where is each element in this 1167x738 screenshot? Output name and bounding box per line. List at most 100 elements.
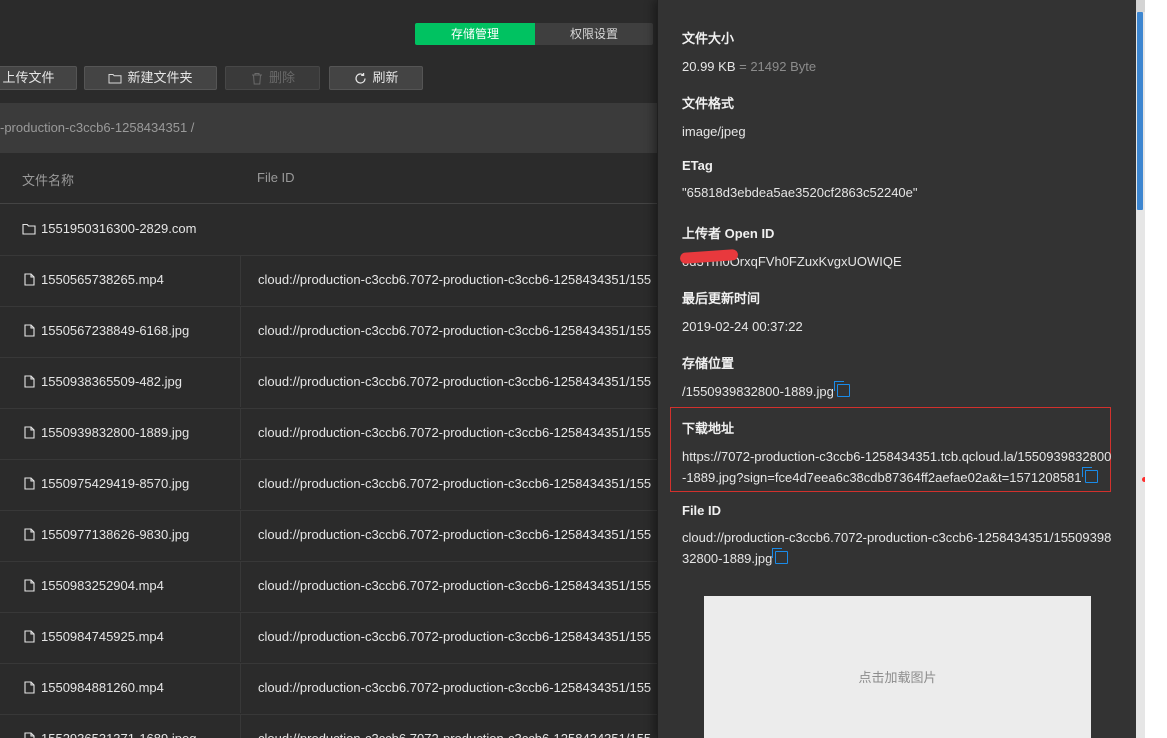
table-row[interactable]: 1552936531371-1689.jpeg cloud://productio… [0, 714, 657, 738]
name-cell: 1550939832800-1889.jpg [0, 408, 241, 458]
file-icon [22, 579, 36, 593]
file-name-cell[interactable]: 1550984745925.mp4 [22, 629, 164, 644]
column-header-fileid: File ID [257, 170, 295, 185]
file-name: 1550565738265.mp4 [41, 272, 164, 287]
download-url-value[interactable]: https://7072-production-c3ccb6-125843435… [682, 449, 1111, 485]
file-name-cell[interactable]: 1550977138626-9830.jpg [22, 527, 189, 542]
file-name-cell[interactable]: 1550984881260.mp4 [22, 680, 164, 695]
file-id-cell: cloud://production-c3ccb6.7072-productio… [258, 476, 652, 491]
image-preview-area[interactable]: 点击加载图片 [704, 596, 1091, 738]
name-cell: 1550565738265.mp4 [0, 255, 241, 305]
trash-icon [250, 71, 264, 85]
storage-location-row: /1550939832800-1889.jpg [682, 381, 1112, 402]
load-image-label[interactable]: 点击加载图片 [704, 667, 1091, 686]
file-name: 1550984881260.mp4 [41, 680, 164, 695]
file-id-cell: cloud://production-c3ccb6.7072-productio… [258, 680, 652, 695]
file-id-cell: cloud://production-c3ccb6.7072-productio… [258, 629, 652, 644]
download-url-row: https://7072-production-c3ccb6-125843435… [682, 446, 1112, 488]
file-icon [22, 273, 36, 287]
table-row[interactable]: 1550977138626-9830.jpg cloud://production… [0, 510, 657, 562]
delete-button[interactable]: 删除 [225, 66, 320, 90]
table-row[interactable]: 1550983252904.mp4 cloud://production-c3cc… [0, 561, 657, 613]
table-row[interactable]: 1550984881260.mp4 cloud://production-c3cc… [0, 663, 657, 715]
file-icon [22, 375, 36, 389]
name-cell: 1550567238849-6168.jpg [0, 306, 241, 356]
file-name-cell[interactable]: 1550983252904.mp4 [22, 578, 164, 593]
tab-storage-management[interactable]: 存储管理 [415, 23, 535, 45]
file-size-bytes: = 21492 Byte [739, 59, 817, 74]
refresh-button[interactable]: 刷新 [329, 66, 423, 90]
file-name-cell[interactable]: 1550975429419-8570.jpg [22, 476, 189, 491]
refresh-label: 刷新 [372, 70, 399, 85]
file-name-cell[interactable]: 1550565738265.mp4 [22, 272, 164, 287]
file-id-cell: cloud://production-c3ccb6.7072-productio… [258, 374, 652, 389]
delete-label: 删除 [268, 70, 295, 85]
download-url-label: 下载地址 [682, 421, 735, 436]
copy-icon[interactable] [772, 548, 789, 564]
name-cell: 1550938365509-482.jpg [0, 357, 241, 407]
table-row[interactable]: 1551950316300-2829.com [0, 204, 657, 256]
file-format-value: image/jpeg [682, 124, 746, 139]
table-row[interactable]: 1550975429419-8570.jpg cloud://production… [0, 459, 657, 511]
folder-icon [22, 222, 36, 236]
file-id-label: File ID [682, 503, 722, 518]
scrollbar-thumb[interactable] [1137, 12, 1143, 210]
tab-permission-settings[interactable]: 权限设置 [535, 23, 653, 45]
file-details-drawer: 文件大小 20.99 KB = 21492 Byte 文件格式 image/jp… [657, 0, 1137, 738]
file-id-cell: cloud://production-c3ccb6.7072-productio… [258, 578, 652, 593]
file-id-cell: cloud://production-c3ccb6.7072-productio… [258, 425, 652, 440]
file-size-kb: 20.99 KB [682, 59, 736, 74]
table-row[interactable]: 1550938365509-482.jpg cloud://production-… [0, 357, 657, 409]
file-icon [22, 426, 36, 440]
window-edge [1145, 0, 1167, 738]
storage-location-label: 存储位置 [682, 356, 735, 371]
name-cell: 1552936531371-1689.jpeg [0, 714, 241, 738]
file-icon [22, 324, 36, 338]
file-name-cell[interactable]: 1550567238849-6168.jpg [22, 323, 189, 338]
file-name: 1550984745925.mp4 [41, 629, 164, 644]
file-name: 1550939832800-1889.jpg [41, 425, 190, 440]
table-row[interactable]: 1550984745925.mp4 cloud://production-c3cc… [0, 612, 657, 664]
file-size-value: 20.99 KB = 21492 Byte [682, 56, 1112, 77]
file-icon [22, 477, 36, 491]
file-id-cell: cloud://production-c3ccb6.7072-productio… [258, 731, 651, 738]
detail-last-updated: 最后更新时间 2019-02-24 00:37:22 [682, 288, 1112, 337]
file-name-cell[interactable]: 1550938365509-482.jpg [22, 374, 182, 389]
column-header-filename: 文件名称 [22, 173, 75, 188]
upload-file-button[interactable]: 上传文件 [0, 66, 77, 90]
table-row[interactable]: 1550939832800-1889.jpg cloud://production… [0, 408, 657, 460]
file-format-label: 文件格式 [682, 96, 735, 111]
breadcrumb[interactable]: -production-c3ccb6-1258434351 / [0, 120, 194, 135]
tab-bar: 存储管理 权限设置 [415, 23, 653, 45]
etag-value: "65818d3ebdea5ae3520cf2863c52240e" [682, 185, 918, 200]
storage-main-panel: 存储管理 权限设置 上传文件 新建文件夹 删除 刷新 -production-c… [0, 0, 657, 738]
detail-file-size: 文件大小 20.99 KB = 21492 Byte [682, 28, 1112, 77]
detail-download-url: 下载地址 https://7072-production-c3ccb6-1258… [682, 418, 1112, 488]
drawer-scrollbar[interactable] [1136, 0, 1145, 738]
file-size-label: 文件大小 [682, 31, 735, 46]
file-id-value: cloud://production-c3ccb6.7072-productio… [682, 530, 1112, 566]
detail-etag: ETag "65818d3ebdea5ae3520cf2863c52240e" [682, 158, 1112, 203]
refresh-icon [353, 71, 367, 85]
file-id-cell: cloud://production-c3ccb6.7072-productio… [258, 272, 652, 287]
detail-file-format: 文件格式 image/jpeg [682, 93, 1112, 142]
upload-button-label: 上传文件 [2, 70, 55, 85]
file-icon [22, 681, 36, 695]
copy-icon[interactable] [1081, 467, 1098, 483]
new-folder-label: 新建文件夹 [127, 70, 193, 85]
name-cell: 1550977138626-9830.jpg [0, 510, 241, 560]
table-row[interactable]: 1550567238849-6168.jpg cloud://production… [0, 306, 657, 358]
file-name-cell[interactable]: 1552936531371-1689.jpeg [22, 731, 196, 738]
file-name: 1550975429419-8570.jpg [41, 476, 190, 491]
file-name-cell[interactable]: 1551950316300-2829.com [22, 221, 196, 236]
folder-plus-icon [108, 71, 122, 85]
table-row[interactable]: 1550565738265.mp4 cloud://production-c3cc… [0, 255, 657, 307]
detail-file-id: File ID cloud://production-c3ccb6.7072-p… [682, 503, 1112, 569]
file-name-cell[interactable]: 1550939832800-1889.jpg [22, 425, 189, 440]
last-updated-value: 2019-02-24 00:37:22 [682, 319, 803, 334]
name-cell: 1550984881260.mp4 [0, 663, 241, 713]
new-folder-button[interactable]: 新建文件夹 [84, 66, 217, 90]
scrollbar-up-arrow[interactable] [1136, 0, 1145, 12]
copy-icon[interactable] [833, 381, 850, 397]
file-name: 1550983252904.mp4 [41, 578, 164, 593]
